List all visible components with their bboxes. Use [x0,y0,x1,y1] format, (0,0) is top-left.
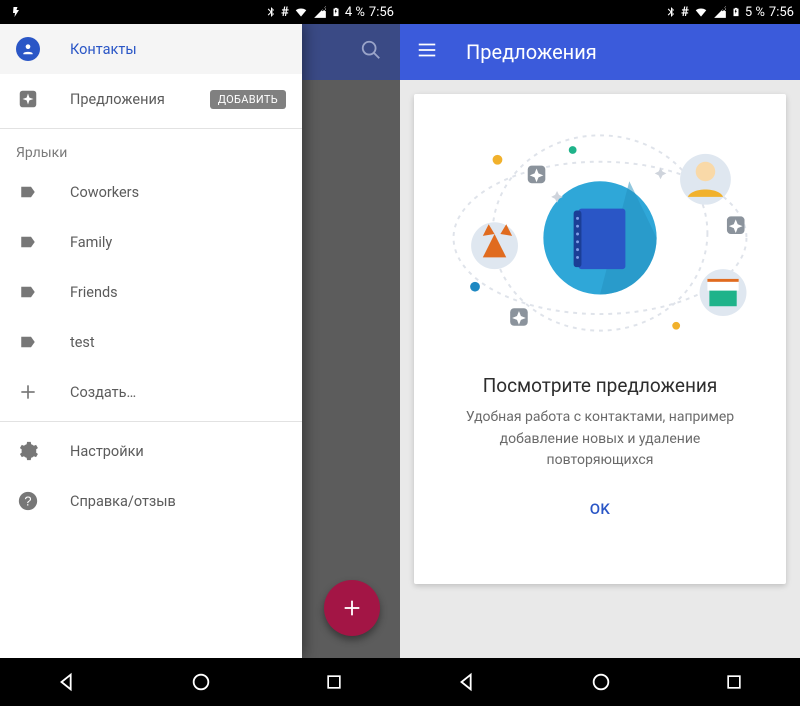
label-icon [16,333,40,351]
drawer-item-suggestions[interactable]: Предложения ДОБАВИТЬ [0,74,302,124]
drawer-item-create-label[interactable]: Создать… [0,367,302,417]
drawer-label: Справка/отзыв [70,493,176,510]
sparkle-icon [16,88,40,110]
hash-icon: # [681,5,689,20]
gear-icon [16,440,40,462]
bluetooth-icon [665,5,677,19]
drawer-label-item[interactable]: Coworkers [0,167,302,217]
help-icon: ? [16,490,40,512]
clock: 7:56 [369,5,394,20]
app-bar: Предложения [400,24,800,80]
divider [0,128,302,129]
ok-button[interactable]: OK [574,492,626,526]
app-bar-title: Предложения [466,40,597,64]
battery-icon [331,5,341,19]
plus-icon [16,382,40,402]
system-nav-bar [400,658,800,706]
label-name: Family [70,234,112,251]
back-button[interactable] [56,671,78,693]
drawer-label-item[interactable]: Friends [0,267,302,317]
hamburger-icon[interactable] [416,39,438,66]
recent-button[interactable] [324,672,344,692]
drawer-label: Создать… [70,384,136,401]
battery-percent: 4 % [345,5,365,20]
phone-left: # 4 % 7:56 Контакты [0,0,400,706]
hash-icon: # [281,5,289,20]
wifi-icon [293,5,309,19]
label-icon [16,283,40,301]
signal-icon [313,5,327,19]
wifi-icon [693,5,709,19]
person-icon [16,37,40,61]
navigation-drawer: Контакты Предложения ДОБАВИТЬ Ярлыки Cow… [0,24,302,658]
divider [0,421,302,422]
clock: 7:56 [769,5,794,20]
bolt-icon [10,5,22,19]
home-button[interactable] [590,671,612,693]
add-chip[interactable]: ДОБАВИТЬ [210,90,286,109]
bluetooth-icon [265,5,277,19]
drawer-label: Предложения [70,91,165,108]
status-bar: # 5 % 7:56 [400,0,800,24]
battery-icon [731,5,741,19]
label-name: test [70,334,95,351]
drawer-label: Контакты [70,41,137,58]
card-heading: Посмотрите предложения [483,374,718,397]
suggestions-card: Посмотрите предложения Удобная работа с … [414,94,786,584]
system-nav-bar [0,658,400,706]
card-body: Удобная работа с контактами, например до… [460,407,740,472]
label-icon [16,233,40,251]
labels-header: Ярлыки [0,133,302,167]
search-icon[interactable] [360,39,382,65]
svg-text:?: ? [24,494,31,509]
label-icon [16,183,40,201]
drawer-item-help[interactable]: ? Справка/отзыв [0,476,302,526]
drawer-label: Настройки [70,443,144,460]
recent-button[interactable] [724,672,744,692]
drawer-item-contacts[interactable]: Контакты [0,24,302,74]
signal-icon [713,5,727,19]
fab-add-contact[interactable] [324,580,380,636]
drawer-label-item[interactable]: Family [0,217,302,267]
status-bar: # 4 % 7:56 [0,0,400,24]
home-button[interactable] [190,671,212,693]
battery-percent: 5 % [745,5,765,20]
phone-right: # 5 % 7:56 Предложения [400,0,800,706]
label-name: Friends [70,284,118,301]
label-name: Coworkers [70,184,139,201]
drawer-label-item[interactable]: test [0,317,302,367]
illustration [434,118,766,348]
back-button[interactable] [456,671,478,693]
drawer-item-settings[interactable]: Настройки [0,426,302,476]
